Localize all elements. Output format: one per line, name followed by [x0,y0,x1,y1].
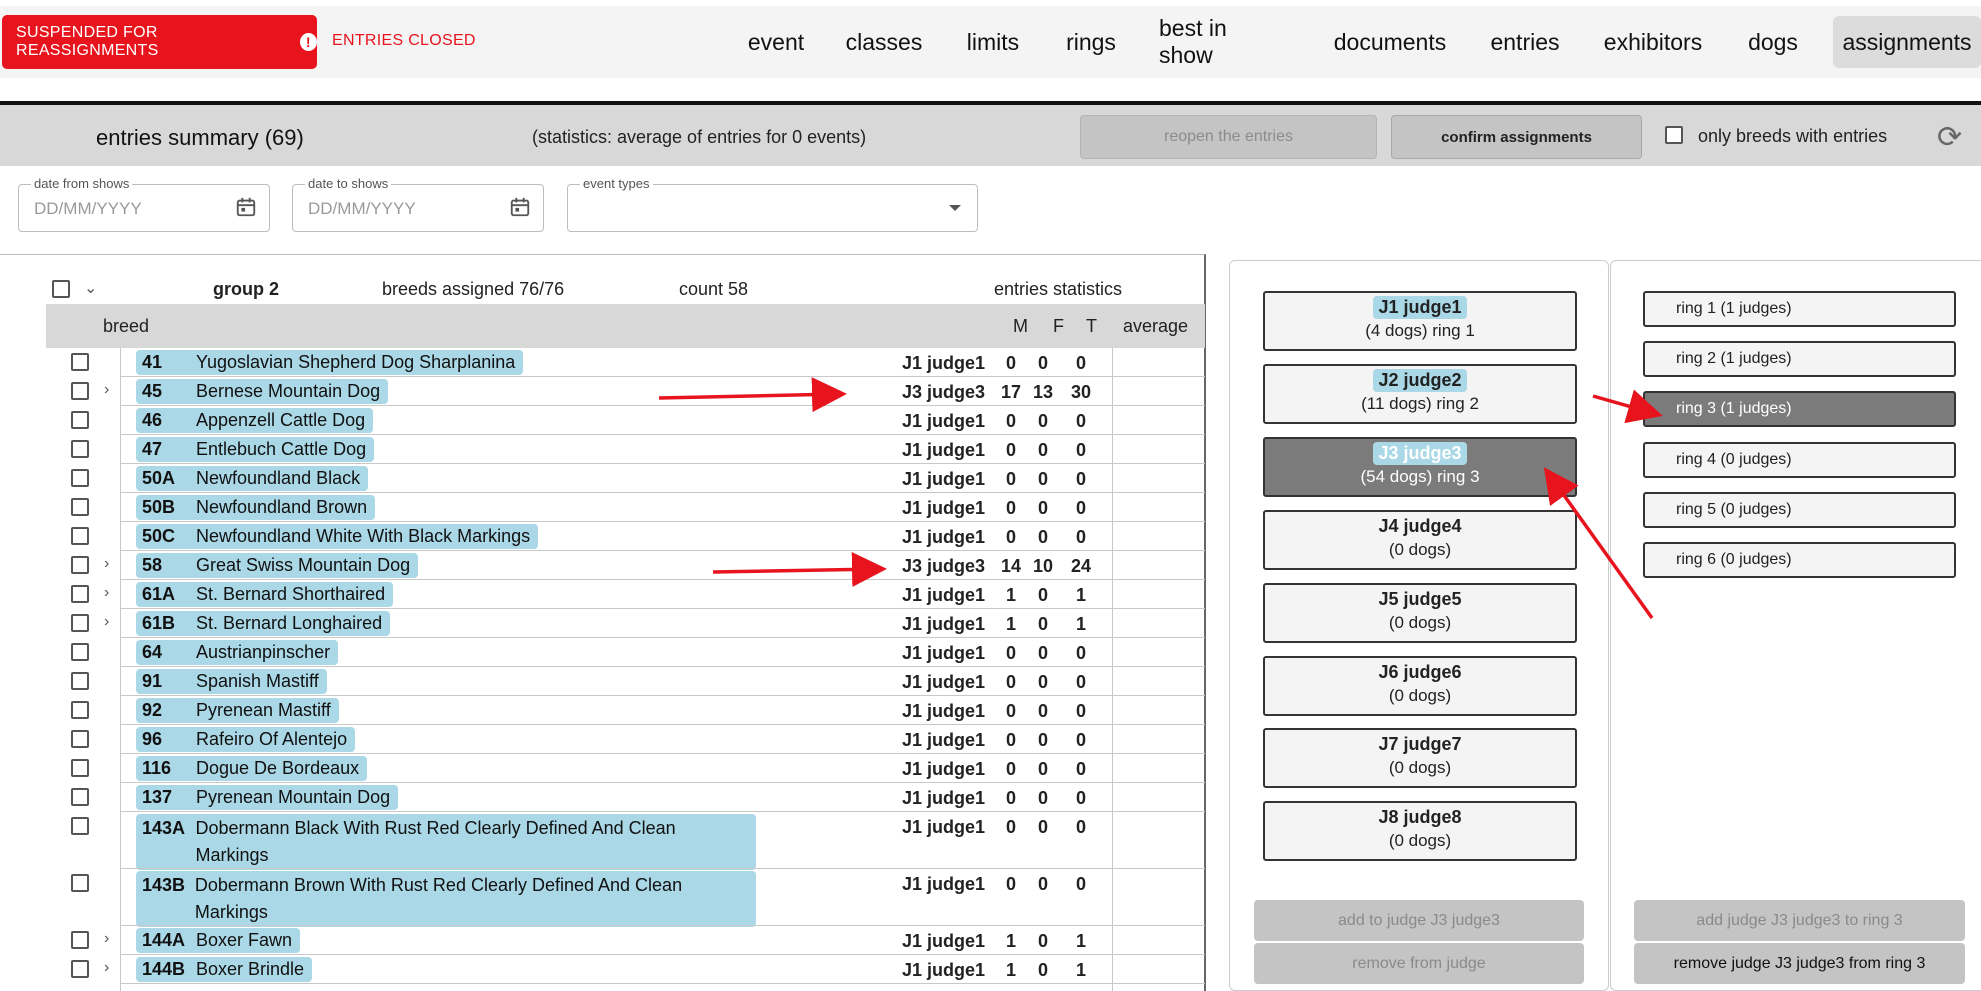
arrow-icon [712,552,887,588]
annotation-arrows [658,377,1663,620]
arrow-icon [1543,467,1654,620]
arrow-icon [658,377,847,413]
arrow-icon [1592,389,1663,424]
